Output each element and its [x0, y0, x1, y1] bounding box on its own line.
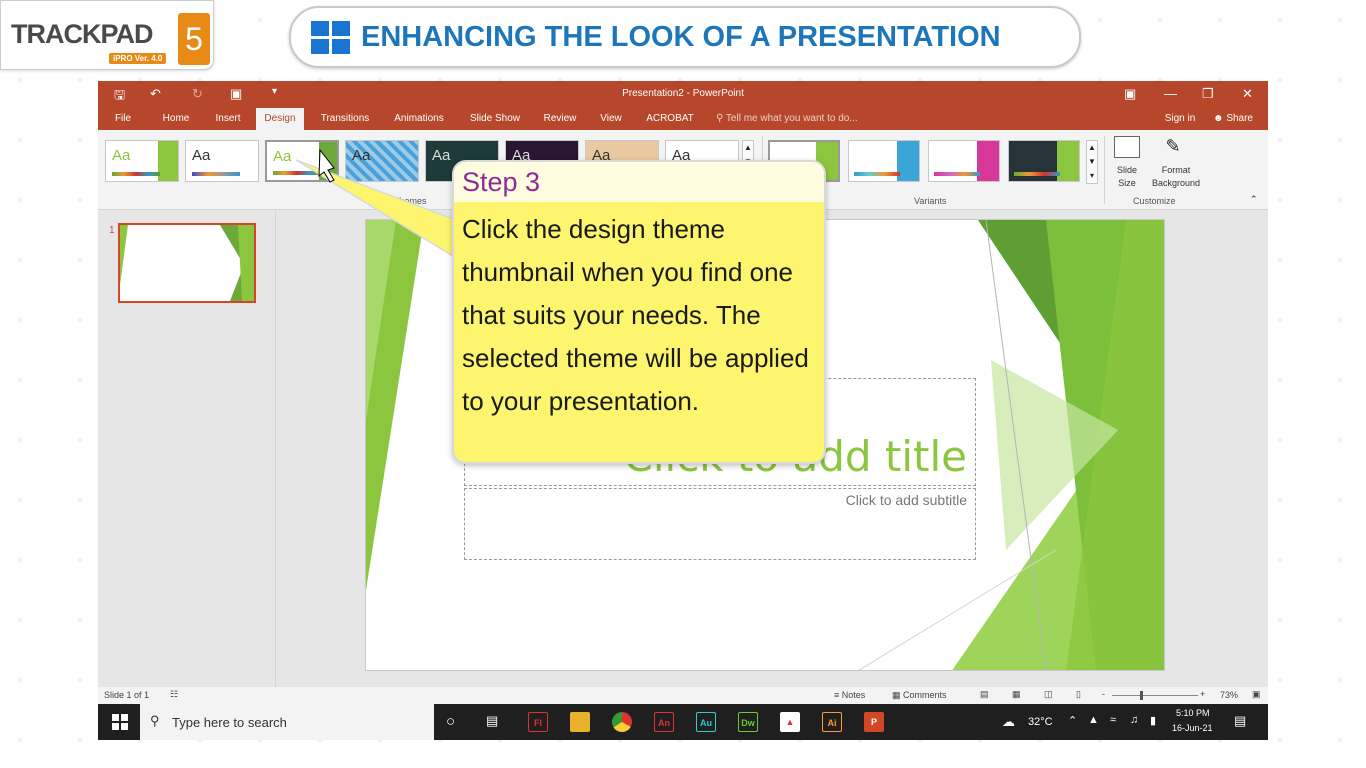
- trackpad-logo: TRACKPAD iPRO Ver. 4.0 5: [0, 0, 214, 70]
- window-title: Presentation2 - PowerPoint: [622, 88, 744, 99]
- thumbnail-number: 1: [109, 225, 115, 236]
- restore-icon[interactable]: ❐: [1202, 86, 1214, 102]
- callout-header: Step 3: [454, 162, 824, 202]
- tab-transitions[interactable]: Transitions: [316, 108, 374, 130]
- slide-count: Slide 1 of 1: [104, 690, 150, 700]
- network-icon[interactable]: ▲: [1088, 714, 1099, 726]
- battery-icon[interactable]: ▮: [1150, 714, 1156, 727]
- tab-design[interactable]: Design: [256, 108, 304, 130]
- title-bar: 🖫 ↶ ↻ ▣ ▾ Presentation2 - PowerPoint ▣ —…: [98, 81, 1268, 108]
- chrome-icon[interactable]: [612, 712, 632, 732]
- tab-view[interactable]: View: [596, 108, 626, 130]
- spell-check-icon[interactable]: ☷: [170, 689, 178, 700]
- ribbon-tabs: File Home Insert Design Transitions Anim…: [98, 108, 1268, 130]
- theme-facet-selected[interactable]: Aa: [265, 140, 339, 182]
- flash-app-icon[interactable]: Fl: [528, 712, 548, 732]
- variants-scroll[interactable]: ▲ ▼ ▾: [1086, 140, 1098, 184]
- slide-thumbnail-pane: 1: [98, 211, 276, 687]
- ribbon-display-icon[interactable]: ▣: [1124, 86, 1136, 102]
- callout-step: Step 3: [462, 167, 541, 197]
- share-button[interactable]: ☻ Share: [1208, 108, 1258, 130]
- tell-me-text: Tell me what you want to do...: [725, 113, 858, 124]
- cortana-icon[interactable]: ○: [446, 713, 455, 730]
- notifications-icon[interactable]: ▤: [1234, 713, 1246, 729]
- tell-me-box[interactable]: ⚲ Tell me what you want to do...: [716, 108, 876, 130]
- logo-text: TRACKPAD: [11, 19, 153, 49]
- show-hidden-icons[interactable]: ⌃: [1068, 714, 1077, 727]
- variant-2[interactable]: [848, 140, 920, 182]
- theme-pattern[interactable]: Aa: [345, 140, 419, 182]
- search-icon: ⚲: [150, 713, 160, 728]
- share-label: Share: [1226, 113, 1253, 124]
- subtitle-placeholder[interactable]: Click to add subtitle: [464, 488, 976, 560]
- weather-icon[interactable]: ☁: [1002, 714, 1015, 730]
- windows-taskbar: ⚲ Type here to search ○ ▤ Fl An Au Dw ▲ …: [98, 704, 1268, 740]
- thumbnail-art: [120, 225, 254, 301]
- slideshow-view-icon[interactable]: ▯: [1076, 689, 1081, 700]
- fit-slide-icon[interactable]: ▣: [1252, 689, 1261, 700]
- powerpoint-app-icon[interactable]: P: [864, 712, 884, 732]
- slide-size-icon[interactable]: [1114, 136, 1140, 158]
- variants-group-label: Variants: [914, 196, 947, 206]
- banner-title: ENHANCING THE LOOK OF A PRESENTATION: [361, 21, 1001, 53]
- task-view-icon[interactable]: ▤: [486, 713, 498, 729]
- subtitle-placeholder-text: Click to add subtitle: [845, 492, 967, 508]
- temperature[interactable]: 32°C: [1028, 716, 1053, 728]
- animate-app-icon[interactable]: An: [654, 712, 674, 732]
- tab-insert[interactable]: Insert: [210, 108, 246, 130]
- comments-button[interactable]: ▦ Comments: [892, 690, 947, 701]
- zoom-slider-thumb[interactable]: [1140, 691, 1143, 700]
- variant-3[interactable]: [928, 140, 1000, 182]
- normal-view-icon[interactable]: ▤: [980, 689, 989, 700]
- format-background-button[interactable]: Format Background: [1148, 164, 1204, 190]
- variant-4[interactable]: [1008, 140, 1080, 182]
- themes-group-label: Themes: [394, 196, 427, 206]
- tab-file[interactable]: File: [110, 108, 136, 130]
- search-placeholder: Type here to search: [172, 715, 287, 730]
- audition-app-icon[interactable]: Au: [696, 712, 716, 732]
- wifi-icon[interactable]: ≈: [1110, 714, 1116, 726]
- tab-review[interactable]: Review: [538, 108, 582, 130]
- reading-view-icon[interactable]: ◫: [1044, 689, 1053, 700]
- notes-label: Notes: [841, 690, 866, 700]
- slide-size-button[interactable]: Slide Size: [1110, 164, 1144, 190]
- volume-icon[interactable]: ♫: [1130, 714, 1138, 726]
- logo-number: 5: [178, 13, 210, 65]
- customize-group-label: Customize: [1133, 196, 1176, 206]
- dreamweaver-app-icon[interactable]: Dw: [738, 712, 758, 732]
- zoom-in-button[interactable]: +: [1200, 689, 1205, 699]
- collapse-ribbon-icon[interactable]: ⌃: [1250, 194, 1258, 205]
- chapter-banner: ENHANCING THE LOOK OF A PRESENTATION: [289, 6, 1081, 68]
- start-icon[interactable]: [112, 714, 128, 730]
- theme-office[interactable]: Aa: [185, 140, 259, 182]
- close-icon[interactable]: ✕: [1242, 86, 1253, 102]
- illustrator-app-icon[interactable]: Ai: [822, 712, 842, 732]
- slide-sorter-icon[interactable]: ▦: [1012, 689, 1021, 700]
- zoom-out-button[interactable]: -: [1102, 689, 1105, 699]
- clock-date[interactable]: 16-Jun-21: [1172, 723, 1213, 733]
- callout-text: Click the design theme thumbnail when yo…: [462, 214, 809, 416]
- status-bar: Slide 1 of 1 ☷ ≡ Notes ▦ Comments ▤ ▦ ◫ …: [98, 687, 1268, 704]
- step-callout: Step 3 Click the design theme thumbnail …: [452, 160, 826, 464]
- file-explorer-icon[interactable]: [570, 712, 590, 732]
- tab-acrobat[interactable]: ACROBAT: [642, 108, 698, 130]
- taskbar-search-box[interactable]: ⚲ Type here to search: [140, 704, 434, 740]
- tab-home[interactable]: Home: [158, 108, 194, 130]
- zoom-level[interactable]: 73%: [1220, 690, 1238, 700]
- theme-facet[interactable]: Aa: [105, 140, 179, 182]
- clock-time[interactable]: 5:10 PM: [1176, 708, 1210, 718]
- minimize-icon[interactable]: —: [1164, 86, 1177, 101]
- acrobat-app-icon[interactable]: ▲: [780, 712, 800, 732]
- tab-animations[interactable]: Animations: [388, 108, 450, 130]
- windows-logo-icon: [311, 21, 351, 55]
- slide-thumbnail[interactable]: [118, 223, 256, 303]
- comments-label: Comments: [903, 690, 947, 700]
- notes-button[interactable]: ≡ Notes: [834, 690, 865, 700]
- sign-in-link[interactable]: Sign in: [1160, 108, 1200, 130]
- zoom-slider[interactable]: [1112, 695, 1198, 696]
- format-background-icon[interactable]: ✎: [1160, 136, 1186, 158]
- logo-version: iPRO Ver. 4.0: [109, 53, 167, 64]
- tab-slide-show[interactable]: Slide Show: [464, 108, 526, 130]
